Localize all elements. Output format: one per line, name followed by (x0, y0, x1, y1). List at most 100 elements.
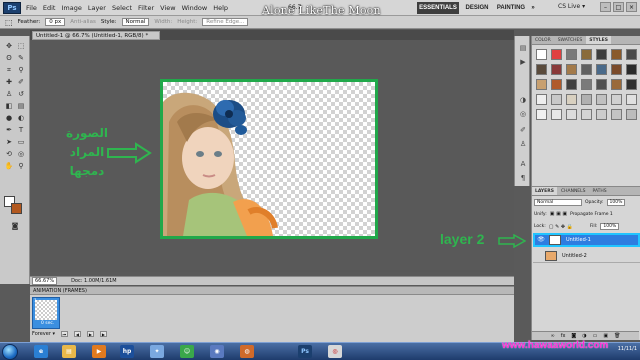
first-frame-icon[interactable]: ⏮ (60, 331, 68, 337)
path-select-tool-icon[interactable]: ➤ (4, 138, 14, 147)
tab-paths[interactable]: PATHS (590, 187, 610, 195)
tab-channels[interactable]: CHANNELS (558, 187, 589, 195)
style-select[interactable]: Normal (121, 18, 150, 26)
history-brush-tool-icon[interactable]: ↺ (16, 90, 26, 99)
clone-source-panel-icon[interactable]: ♙ (519, 140, 527, 148)
fx-icon[interactable]: fx (561, 333, 566, 339)
app-icon[interactable]: ✦ (150, 345, 164, 358)
style-swatch[interactable] (566, 49, 577, 60)
tab-layers[interactable]: LAYERS (532, 187, 557, 195)
layer-row-untitled-1[interactable]: 👁 Untitled-1 (533, 233, 640, 247)
propagate-checkbox[interactable]: Propagate Frame 1 (570, 212, 613, 217)
adjustment-layer-icon[interactable]: ◑ (582, 333, 586, 339)
dodge-tool-icon[interactable]: ◐ (16, 114, 26, 123)
opacity-input[interactable]: 100% (606, 199, 626, 206)
style-swatch[interactable] (626, 79, 637, 90)
group-icon[interactable]: ▭ (593, 333, 598, 339)
workspace-more-button[interactable]: » (528, 2, 538, 14)
style-swatch[interactable] (611, 49, 622, 60)
character-panel-icon[interactable]: A (519, 160, 527, 168)
adjustments-panel-icon[interactable]: ◑ (519, 96, 527, 104)
start-button[interactable] (2, 344, 18, 360)
painting-button[interactable]: PAINTING (496, 2, 526, 14)
marquee-tool-icon[interactable]: ⬚ (16, 42, 26, 51)
tab-color[interactable]: COLOR (532, 36, 554, 44)
3d-rotate-tool-icon[interactable]: ⟲ (4, 150, 14, 159)
menu-help[interactable]: Help (213, 4, 228, 12)
style-swatch[interactable] (596, 94, 607, 105)
mask-icon[interactable]: ◙ (571, 333, 576, 339)
close-icon[interactable]: × (626, 2, 637, 12)
move-tool-icon[interactable]: ✥ (4, 42, 14, 51)
lock-icons[interactable]: ▢ ✎ ✥ 🔒 (549, 224, 573, 230)
style-swatch[interactable] (581, 109, 592, 120)
zoom-tool-icon[interactable]: ⚲ (16, 162, 26, 171)
blur-tool-icon[interactable]: ● (4, 114, 14, 123)
style-swatch[interactable] (611, 94, 622, 105)
fill-input[interactable]: 100% (600, 223, 620, 230)
refine-edge-button[interactable]: Refine Edge... (202, 18, 249, 26)
brush-tool-icon[interactable]: ✐ (16, 78, 26, 87)
quick-select-tool-icon[interactable]: ✎ (16, 54, 26, 63)
eraser-tool-icon[interactable]: ◧ (4, 102, 14, 111)
style-swatch[interactable] (551, 64, 562, 75)
chrome-icon[interactable]: ◎ (328, 345, 342, 358)
prev-frame-icon[interactable]: ◀ (73, 331, 81, 337)
layer-name[interactable]: Untitled-1 (566, 237, 591, 243)
menu-image[interactable]: Image (61, 4, 81, 12)
antialias-checkbox[interactable]: Anti-alias (70, 19, 96, 25)
clone-stamp-tool-icon[interactable]: ♙ (4, 90, 14, 99)
actions-panel-icon[interactable]: ▶ (519, 58, 527, 66)
style-swatch[interactable] (536, 49, 547, 60)
browser-icon[interactable]: ◉ (210, 345, 224, 358)
photoshop-task-icon[interactable]: Ps (298, 345, 312, 358)
paragraph-panel-icon[interactable]: ¶ (519, 174, 527, 182)
style-swatch[interactable] (581, 64, 592, 75)
eyedropper-tool-icon[interactable]: ⚲ (16, 66, 26, 75)
style-swatch[interactable] (581, 49, 592, 60)
crop-tool-icon[interactable]: ⌗ (4, 66, 14, 75)
layer-row-untitled-2[interactable]: Untitled-2 (533, 249, 640, 263)
menu-filter[interactable]: Filter (138, 4, 154, 12)
style-swatch[interactable] (596, 49, 607, 60)
style-swatch[interactable] (536, 79, 547, 90)
style-swatch[interactable] (611, 64, 622, 75)
eye-icon[interactable] (535, 252, 543, 260)
style-swatch[interactable] (596, 79, 607, 90)
style-swatch[interactable] (536, 64, 547, 75)
style-swatch[interactable] (551, 94, 562, 105)
style-swatch[interactable] (536, 109, 547, 120)
ie-icon[interactable]: e (34, 345, 48, 358)
hp-icon[interactable]: hp (120, 345, 134, 358)
menu-layer[interactable]: Layer (88, 4, 106, 12)
style-swatch[interactable] (551, 79, 562, 90)
style-swatch[interactable] (596, 109, 607, 120)
new-layer-icon[interactable]: ▣ (603, 333, 608, 339)
style-swatch[interactable] (566, 79, 577, 90)
zoom-field[interactable]: 66.67% (32, 277, 58, 285)
hand-tool-icon[interactable]: ✋ (4, 162, 14, 171)
gradient-tool-icon[interactable]: ▤ (16, 102, 26, 111)
3d-orbit-tool-icon[interactable]: ◎ (16, 150, 26, 159)
history-panel-icon[interactable]: ▤ (519, 44, 527, 52)
type-tool-icon[interactable]: T (16, 126, 26, 135)
brushes-panel-icon[interactable]: ✐ (519, 126, 527, 134)
style-swatch[interactable] (581, 79, 592, 90)
firefox-icon[interactable]: ◍ (240, 345, 254, 358)
style-swatch[interactable] (566, 94, 577, 105)
style-swatch[interactable] (611, 79, 622, 90)
style-swatch[interactable] (581, 94, 592, 105)
document-tab[interactable]: Untitled-1 @ 66.7% (Untitled-1, RGB/8) * (32, 31, 160, 40)
eye-icon[interactable]: 👁 (537, 236, 545, 244)
blend-mode-select[interactable]: Normal (534, 199, 582, 206)
messenger-icon[interactable]: ☺ (180, 345, 194, 358)
design-button[interactable]: DESIGN (462, 2, 492, 14)
minimize-icon[interactable]: – (600, 2, 611, 12)
menu-view[interactable]: View (160, 4, 175, 12)
style-swatch[interactable] (566, 109, 577, 120)
menu-window[interactable]: Window (182, 4, 208, 12)
folder-icon[interactable]: ▤ (62, 345, 76, 358)
menu-file[interactable]: File (26, 4, 37, 12)
style-swatch[interactable] (536, 94, 547, 105)
healing-tool-icon[interactable]: ✚ (4, 78, 14, 87)
